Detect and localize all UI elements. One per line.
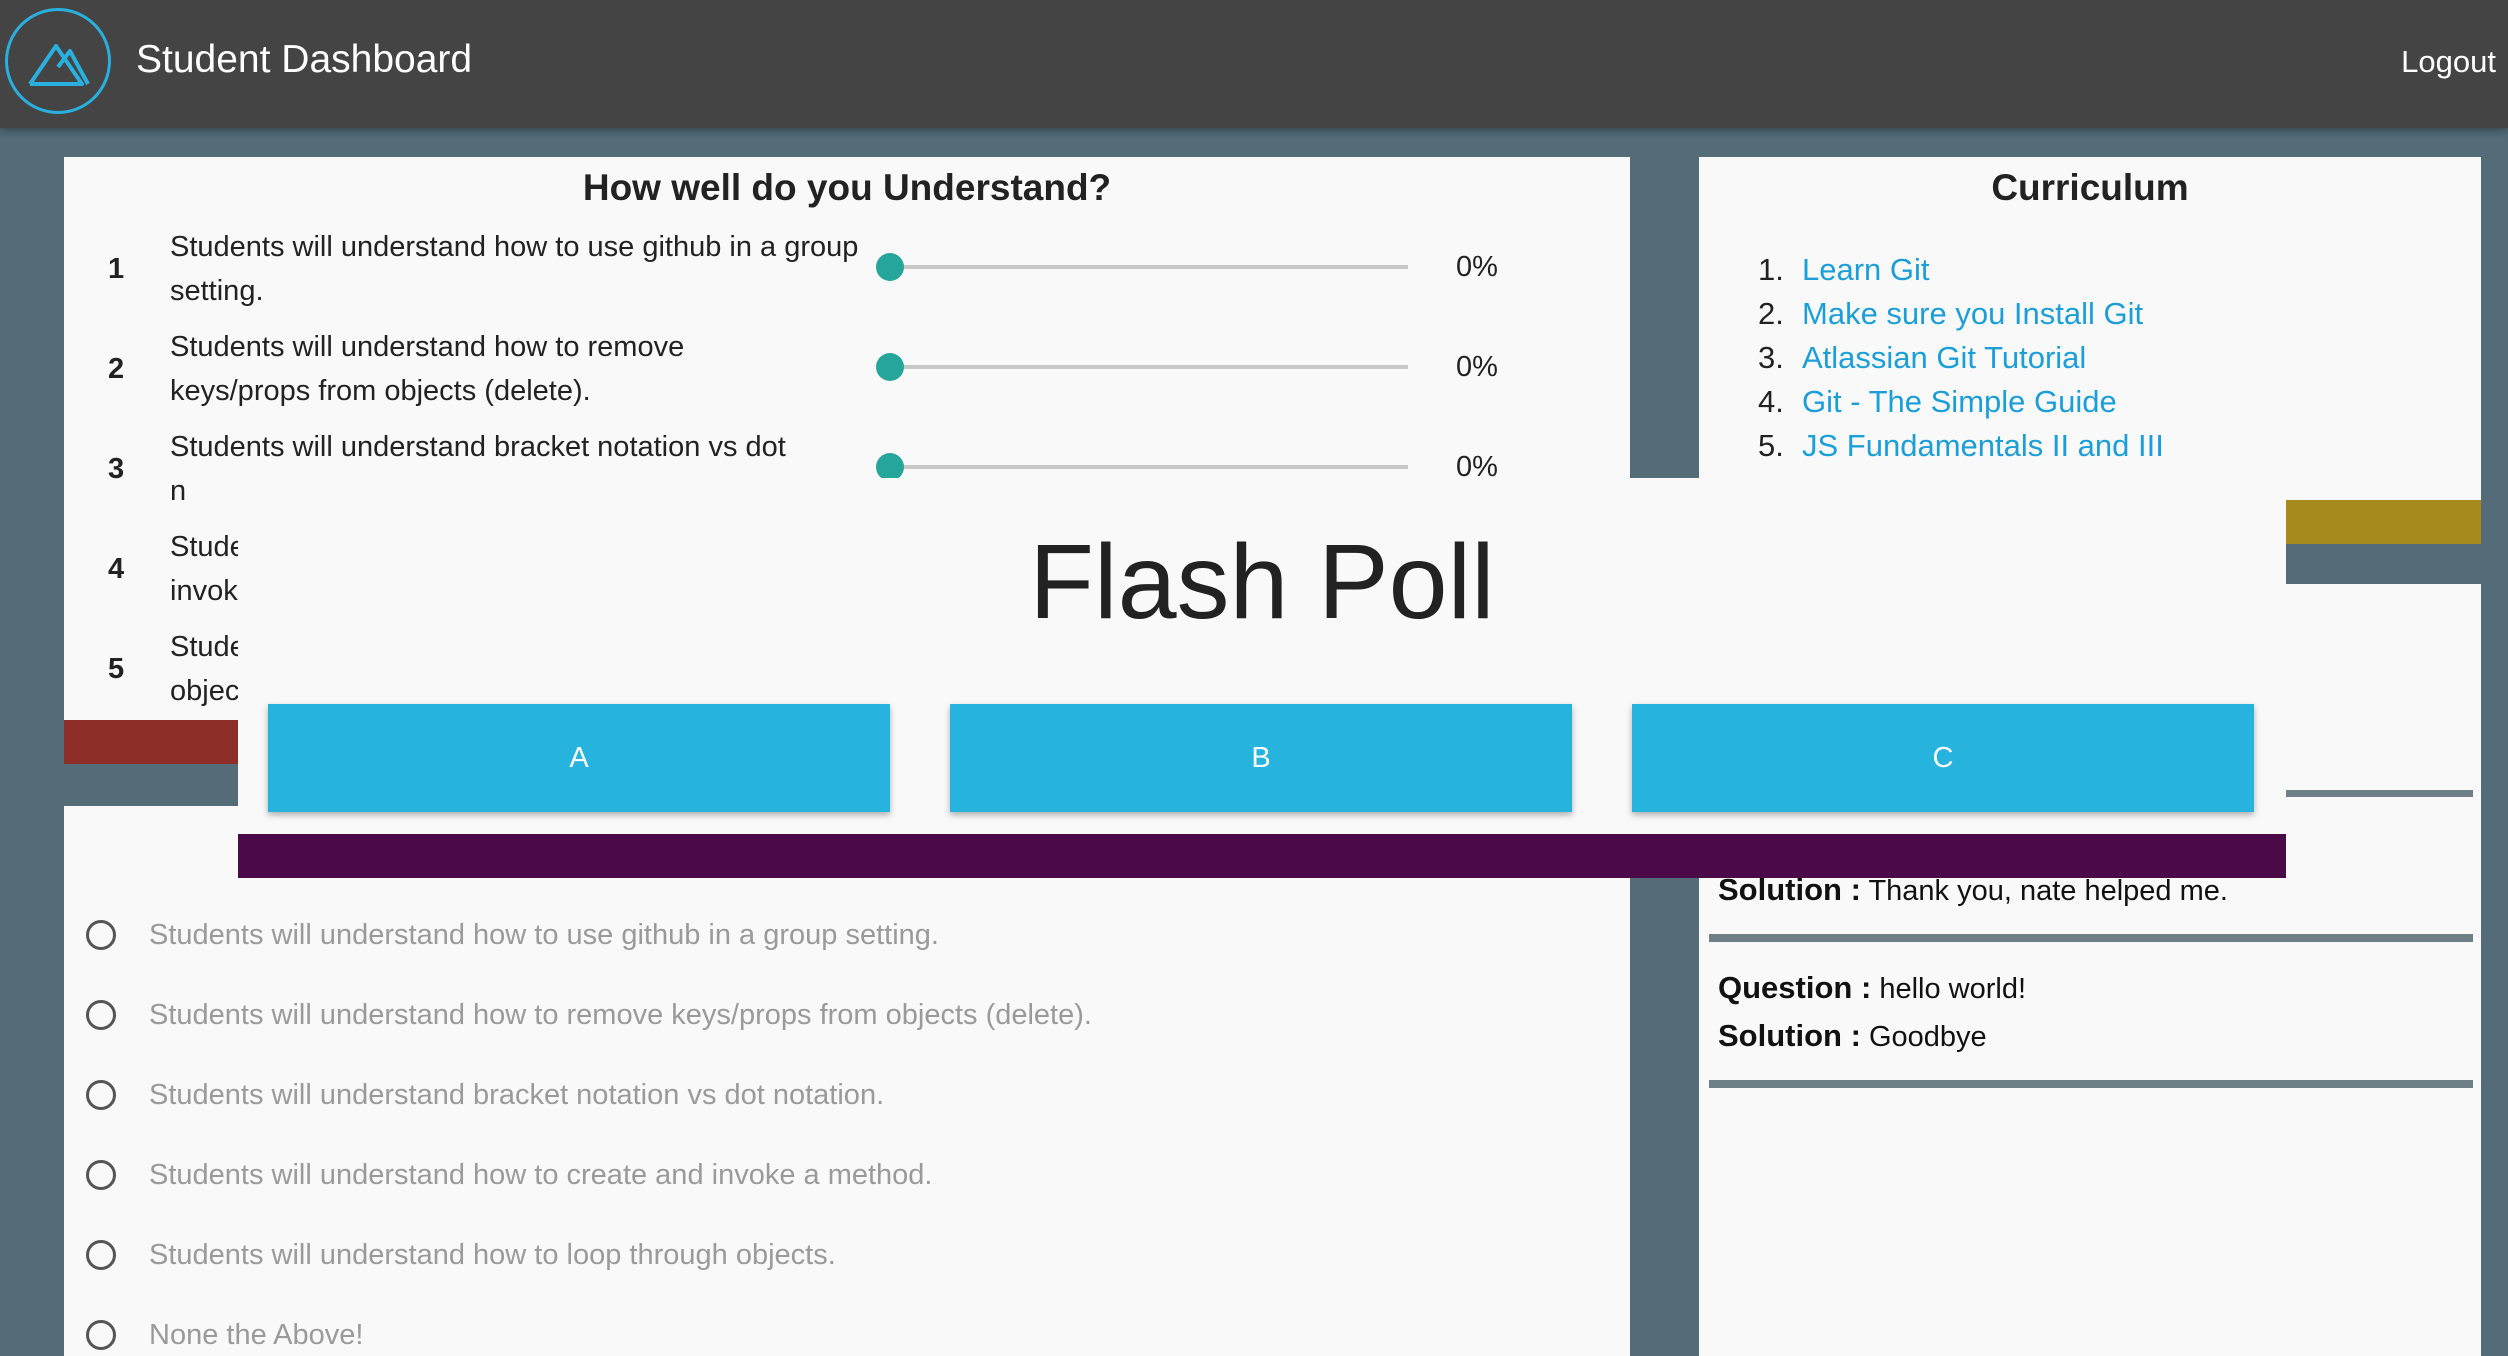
curriculum-link[interactable]: Atlassian Git Tutorial [1802, 336, 2086, 380]
objective-number: 3 [108, 453, 125, 485]
curriculum-number: 3. [1758, 340, 1784, 375]
qa-divider [2286, 790, 2473, 797]
curriculum-link[interactable]: Git - The Simple Guide [1802, 380, 2117, 424]
qa-divider [1709, 1080, 2473, 1088]
top-navbar: Student Dashboard Logout [0, 0, 2508, 128]
quiz-option-label: Students will understand how to remove k… [149, 999, 1092, 1031]
radio-button[interactable] [86, 1080, 116, 1110]
flash-poll-footer [238, 834, 2286, 878]
objective-number: 2 [108, 353, 125, 385]
understanding-slider[interactable] [876, 453, 1408, 481]
curriculum-link[interactable]: Learn Git [1802, 248, 1930, 292]
quiz-panel: Students will understand how to use gith… [64, 806, 1630, 1356]
poll-option-b-button[interactable]: B [950, 704, 1572, 812]
flash-poll-modal: Flash Poll A B C [238, 478, 2286, 834]
quiz-option-label: Students will understand how to use gith… [149, 919, 939, 951]
radio-button[interactable] [86, 920, 116, 950]
quiz-option-label: Students will understand how to loop thr… [149, 1239, 836, 1271]
objective-text: Students will understand how to use gith… [170, 231, 859, 307]
radio-button[interactable] [86, 1000, 116, 1030]
objective-number: 1 [108, 253, 125, 285]
solution-text: Goodbye [1868, 1021, 1987, 1053]
qa-question: Question : hello world! [1718, 970, 2026, 1006]
curriculum-link[interactable]: Make sure you Install Git [1802, 292, 2143, 336]
flash-poll-title: Flash Poll [1029, 523, 1495, 641]
app-title: Student Dashboard [136, 38, 473, 81]
objective-number: 5 [108, 653, 125, 685]
radio-button[interactable] [86, 1240, 116, 1270]
qa-solution: Solution : Goodbye [1718, 1018, 1987, 1054]
radio-button[interactable] [86, 1160, 116, 1190]
curriculum-number: 5. [1758, 428, 1784, 463]
curriculum-title: Curriculum [1991, 167, 2189, 208]
logout-button[interactable]: Logout [2401, 44, 2496, 80]
poll-option-a-button[interactable]: A [268, 704, 890, 812]
understanding-slider[interactable] [876, 353, 1408, 381]
poll-option-c-button[interactable]: C [1632, 704, 2254, 812]
curriculum-number: 1. [1758, 252, 1784, 287]
quiz-option-label: Students will understand bracket notatio… [149, 1079, 885, 1111]
radio-button[interactable] [86, 1320, 116, 1350]
objective-percent: 0% [1456, 251, 1498, 283]
accent-bar-red [64, 720, 238, 764]
curriculum-number: 2. [1758, 296, 1784, 331]
slider-thumb[interactable] [876, 453, 904, 481]
qa-divider [1709, 934, 2473, 942]
curriculum-link[interactable]: JS Fundamentals II and III [1802, 424, 2164, 468]
understanding-title: How well do you Understand? [582, 167, 1112, 208]
curriculum-number: 4. [1758, 384, 1784, 419]
mountain-logo-icon[interactable] [5, 8, 111, 114]
quiz-option-label: Students will understand how to create a… [149, 1159, 933, 1191]
accent-bar-gold [2286, 500, 2481, 544]
solution-text: Thank you, nate helped me. [1868, 875, 2228, 907]
quiz-option-label: None the Above! [149, 1319, 364, 1351]
objective-text: Students will understand how to remove k… [170, 331, 685, 407]
objective-row: 1 Students will understand how to use gi… [64, 225, 1630, 321]
slider-thumb[interactable] [876, 353, 904, 381]
objective-number: 4 [108, 553, 125, 585]
objective-row: 2 Students will understand how to remove… [64, 325, 1630, 421]
slider-thumb[interactable] [876, 253, 904, 281]
question-label: Question : [1718, 970, 1872, 1005]
understanding-slider[interactable] [876, 253, 1408, 281]
question-text: hello world! [1879, 973, 2027, 1005]
objective-percent: 0% [1456, 351, 1498, 383]
solution-label: Solution : [1718, 1018, 1861, 1053]
